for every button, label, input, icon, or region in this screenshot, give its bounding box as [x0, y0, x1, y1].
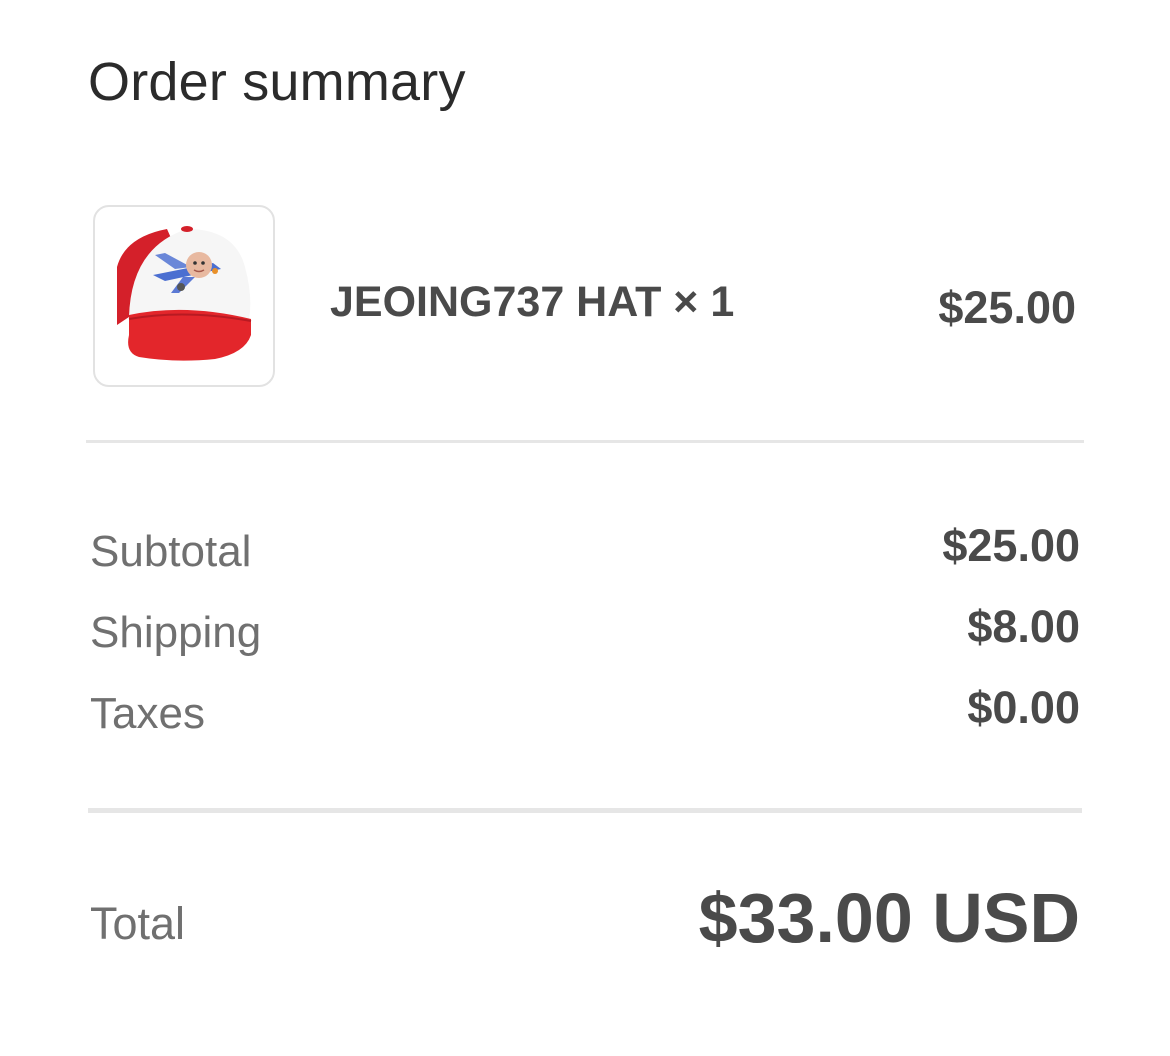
divider	[88, 808, 1082, 813]
shipping-row: Shipping $8.00	[90, 601, 1080, 663]
line-item: JEOING737 HAT × 1 $25.00	[88, 204, 1082, 390]
taxes-value: $0.00	[967, 682, 1080, 733]
product-price: $25.00	[938, 282, 1076, 333]
subtotal-label: Subtotal	[90, 527, 252, 576]
subtotal-row: Subtotal $25.00	[90, 520, 1080, 582]
cap-product-thumbnail-icon	[117, 226, 252, 361]
product-name: JEOING737 HAT × 1	[330, 278, 735, 326]
divider	[86, 440, 1084, 443]
page-title: Order summary	[88, 52, 466, 112]
total-label: Total	[90, 898, 186, 949]
total-value: $33.00 USD	[698, 879, 1080, 957]
shipping-value: $8.00	[967, 601, 1080, 652]
taxes-row: Taxes $0.00	[90, 682, 1080, 744]
shipping-label: Shipping	[90, 608, 262, 657]
product-thumbnail	[93, 205, 275, 387]
subtotal-value: $25.00	[942, 520, 1080, 571]
taxes-label: Taxes	[90, 689, 205, 738]
